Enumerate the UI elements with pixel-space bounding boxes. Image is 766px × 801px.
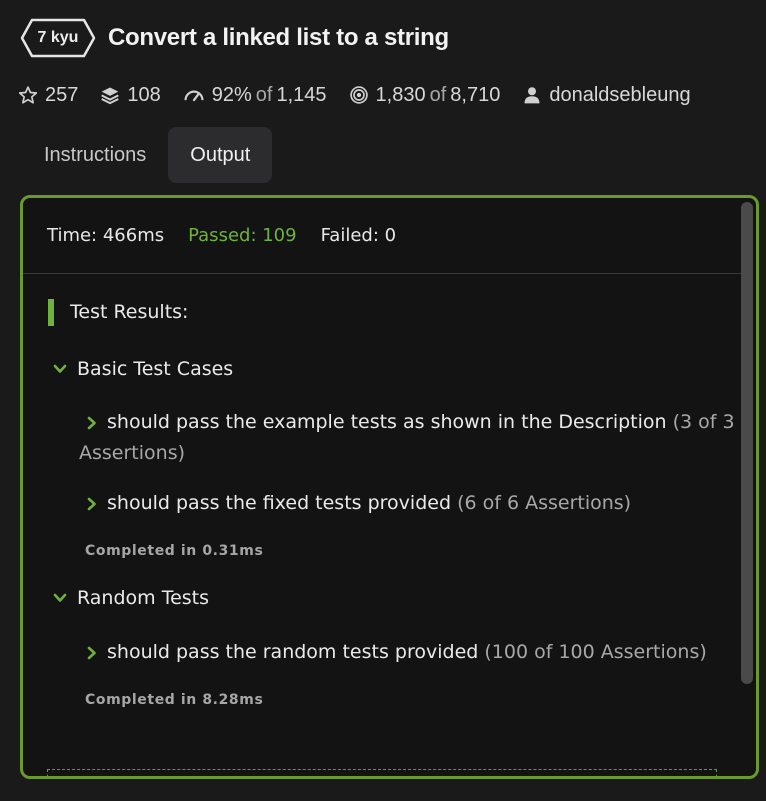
test-results-title: Test Results: [70,301,189,323]
passed-count: Passed: 109 [188,225,297,246]
satisfaction-stat[interactable]: 92% of 1,145 [183,84,327,107]
chevron-right-icon [87,646,96,659]
test-item-assertions: (6 of 6 Assertions) [457,492,632,514]
kata-stats: 257 108 92% of 1,145 1,830 of 8,710 dona… [18,80,713,110]
kata-tabs: Instructions Output [22,127,273,183]
collections-count: 108 [127,83,161,106]
test-group-name: Basic Test Cases [77,358,234,380]
test-item[interactable]: should pass the fixed tests provided (6 … [79,488,739,519]
tab-instructions[interactable]: Instructions [22,127,168,183]
run-time: Time: 466ms [47,225,165,246]
completed-of: of [429,83,447,106]
rank-badge-label: 7 kyu [37,29,79,46]
test-item[interactable]: should pass the example tests as shown i… [79,407,739,469]
star-outline-icon [18,86,38,104]
layers-icon [101,87,120,105]
test-results-heading: Test Results: [48,298,188,326]
author-name: donaldsebleung [549,83,691,106]
group-completed-time: Completed in 8.28ms [85,692,264,708]
chevron-right-icon [87,497,96,510]
user-icon [524,87,540,104]
test-group-basic[interactable]: Basic Test Cases [53,358,233,380]
group-completed-time: Completed in 0.31ms [85,543,264,559]
author-stat[interactable]: donaldsebleung [522,83,691,107]
test-item-assertions: (100 of 100 Assertions) [484,641,707,663]
next-block-outline [47,769,717,776]
heading-accent-bar [48,298,54,326]
test-group-random[interactable]: Random Tests [53,587,209,609]
target-icon [349,86,368,104]
test-summary: Time: 466ms Passed: 109 Failed: 0 [23,198,741,274]
collections-stat[interactable]: 108 [100,83,161,107]
satisfaction-votes: 1,145 [276,83,327,106]
chevron-down-icon [53,364,67,373]
gauge-icon [184,90,204,102]
satisfaction-of: of [255,83,273,106]
test-item-label: should pass the example tests as shown i… [107,411,667,433]
test-item-label: should pass the random tests provided [107,641,479,663]
output-scrollbar-thumb[interactable] [741,202,753,684]
kata-title: Convert a linked list to a string [108,24,449,51]
tab-output[interactable]: Output [168,127,273,183]
stars-count: 257 [45,83,79,106]
test-group-name: Random Tests [77,587,210,609]
chevron-right-icon [87,416,96,429]
completed-count: 1,830 [375,83,426,106]
kata-page: 7 kyu Convert a linked list to a string … [0,0,766,801]
test-item-label: should pass the fixed tests provided [107,492,452,514]
stars-stat[interactable]: 257 [18,84,78,107]
completed-stat[interactable]: 1,830 of 8,710 [349,83,501,107]
output-panel[interactable]: Time: 466ms Passed: 109 Failed: 0 Test R… [20,195,759,779]
attempts-count: 8,710 [450,83,501,106]
failed-count: Failed: 0 [320,225,397,246]
kata-header: 7 kyu Convert a linked list to a string [20,16,449,60]
chevron-down-icon [53,593,67,602]
test-item[interactable]: should pass the random tests provided (1… [79,637,739,668]
rank-badge[interactable]: 7 kyu [20,18,96,58]
satisfaction-rate: 92% [211,83,252,106]
